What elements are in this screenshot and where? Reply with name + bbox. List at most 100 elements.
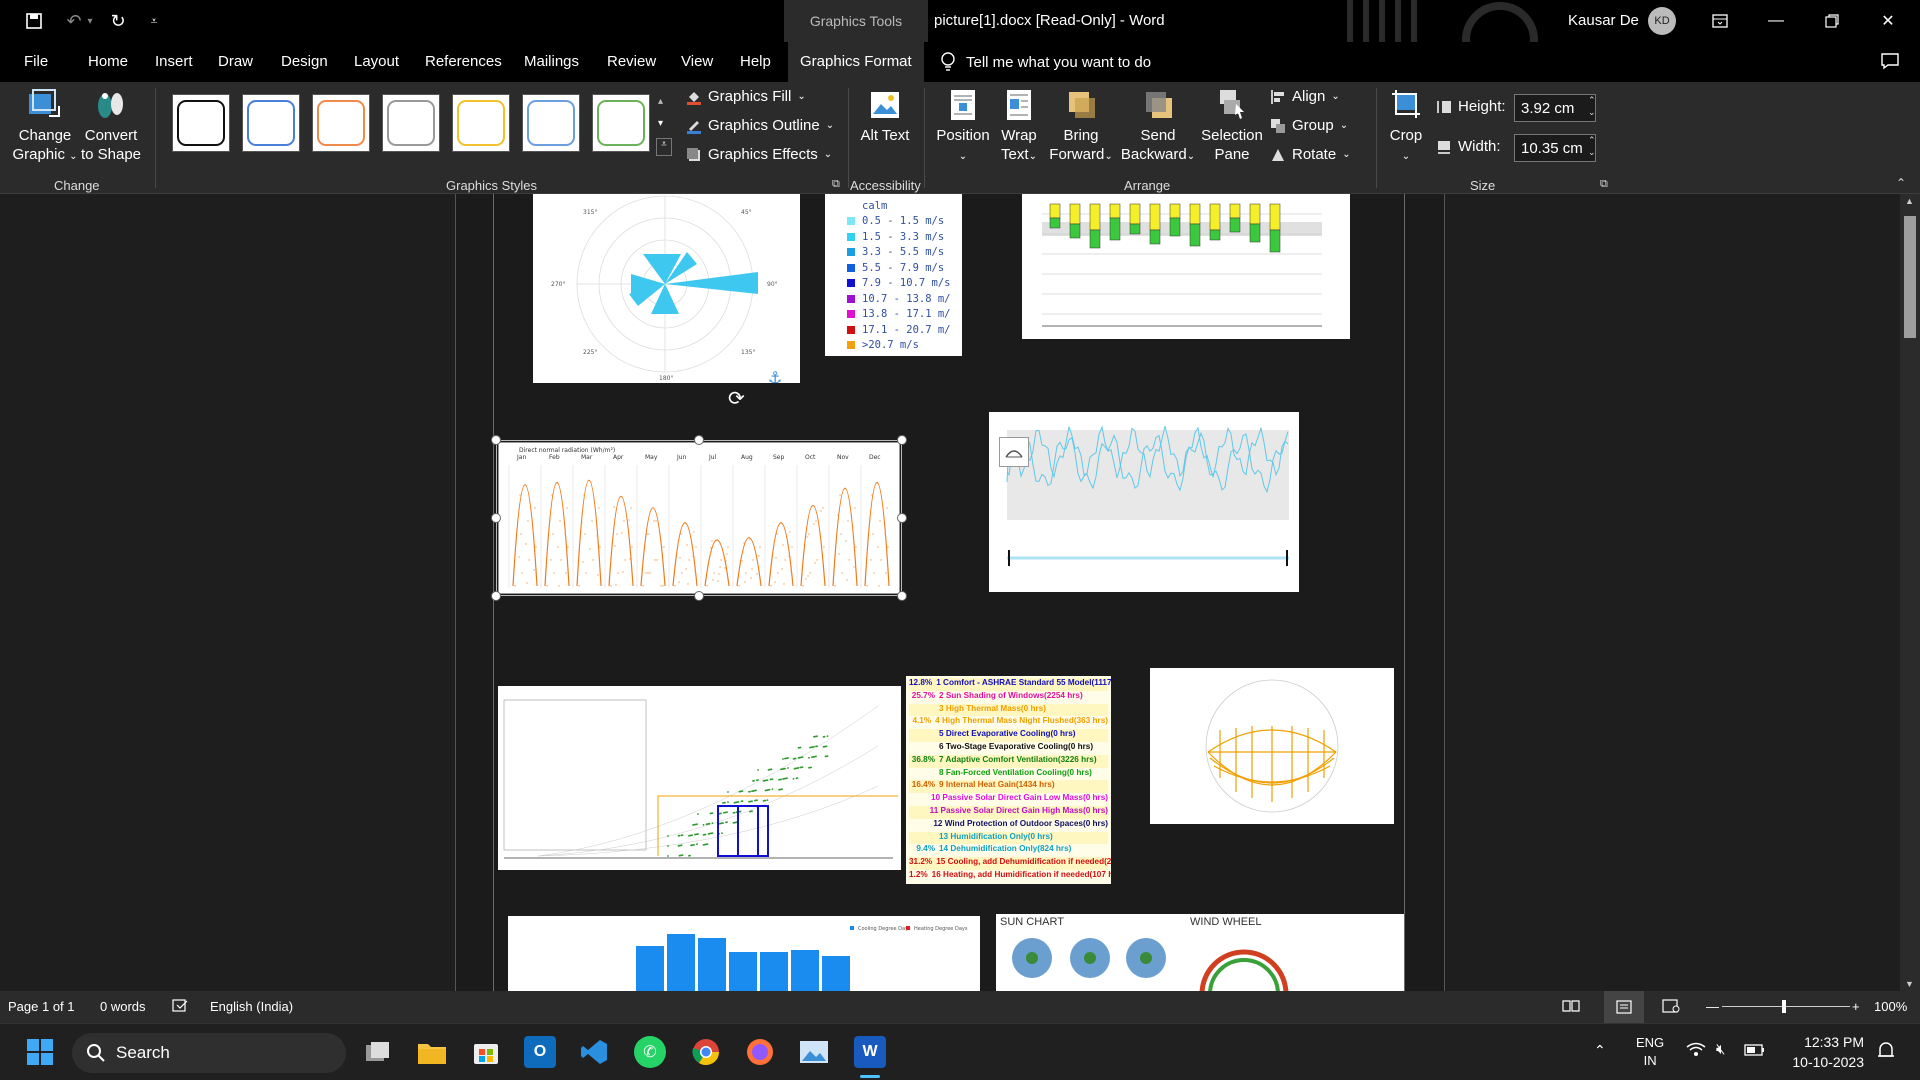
vertical-scrollbar[interactable]: ▲ ▼ (1900, 194, 1920, 991)
comments-icon[interactable] (1880, 52, 1900, 74)
resize-handle[interactable] (897, 513, 907, 523)
language-indicator[interactable]: English (India) (210, 999, 293, 1014)
task-view-icon[interactable] (362, 1036, 394, 1068)
tab-file[interactable]: File (24, 42, 48, 82)
wrap-text-button[interactable]: Wrap Text⌄ (994, 88, 1044, 166)
alt-text-button[interactable]: Alt Text (858, 88, 912, 145)
tell-me-search[interactable]: Tell me what you want to do (940, 42, 1151, 82)
anchor-icon[interactable]: ⚓ (768, 368, 782, 388)
zoom-slider[interactable] (1722, 1000, 1850, 1013)
chrome-icon[interactable] (690, 1036, 722, 1068)
tab-mailings[interactable]: Mailings (524, 42, 579, 82)
read-mode-icon[interactable] (1562, 999, 1580, 1016)
close-icon[interactable]: ✕ (1860, 0, 1916, 42)
temperature-range-chart[interactable] (1022, 194, 1350, 339)
height-spinner-icon[interactable]: ⌃ ⌄ (1588, 94, 1596, 118)
graphics-fill-button[interactable]: Graphics Fill ⌄ (686, 88, 806, 105)
vscode-icon[interactable] (578, 1036, 610, 1068)
styles-more-icon[interactable]: ⩡ (656, 138, 672, 156)
send-backward-button[interactable]: Send Backward⌄ (1116, 88, 1200, 166)
graphics-outline-button[interactable]: Graphics Outline ⌄ (686, 117, 834, 134)
group-button[interactable]: Group ⌄ (1270, 117, 1348, 134)
wind-rose-image[interactable]: 315° 45° 270° 90° 225° 135° 180° (533, 194, 800, 383)
show-hidden-icons[interactable]: ⌃ (1594, 1042, 1606, 1059)
graphics-style-4[interactable] (382, 94, 440, 152)
zoom-out-icon[interactable]: — (1706, 999, 1719, 1014)
resize-handle[interactable] (491, 513, 501, 523)
tab-references[interactable]: References (425, 42, 502, 82)
psychrometric-chart[interactable] (498, 686, 901, 870)
redo-icon[interactable]: ↻ (100, 0, 136, 42)
minimize-icon[interactable]: — (1748, 0, 1804, 42)
page-count[interactable]: Page 1 of 1 (8, 999, 75, 1014)
tab-draw[interactable]: Draw (218, 42, 253, 82)
tab-design[interactable]: Design (281, 42, 328, 82)
print-layout-icon[interactable] (1604, 991, 1644, 1023)
align-button[interactable]: Align ⌄ (1270, 88, 1340, 105)
tab-graphics-format[interactable]: Graphics Format (788, 42, 924, 82)
convert-to-shape-button[interactable]: Convert to Shape (80, 88, 142, 164)
graphics-style-3[interactable] (312, 94, 370, 152)
undo-dropdown-icon[interactable]: ▾ (80, 0, 100, 42)
rotate-handle-icon[interactable]: ⟳ (728, 386, 745, 411)
degree-days-chart[interactable]: Cooling Degree Days Heating Degree Days (508, 916, 980, 991)
tab-insert[interactable]: Insert (155, 42, 193, 82)
zoom-slider-thumb[interactable] (1782, 1000, 1786, 1013)
tab-review[interactable]: Review (607, 42, 656, 82)
tab-home[interactable]: Home (88, 42, 128, 82)
width-spinner-icon[interactable]: ⌃ ⌄ (1588, 134, 1596, 158)
graphics-effects-button[interactable]: Graphics Effects ⌄ (686, 146, 832, 163)
resize-handle[interactable] (491, 591, 501, 601)
save-icon[interactable] (16, 0, 52, 42)
user-name[interactable]: Kausar De (1568, 12, 1639, 29)
styles-scroll-up-icon[interactable]: ▴ (658, 96, 672, 114)
file-explorer-icon[interactable] (416, 1036, 448, 1068)
resize-handle[interactable] (897, 591, 907, 601)
restore-icon[interactable] (1804, 0, 1860, 42)
tab-layout[interactable]: Layout (354, 42, 399, 82)
sun-chart-wind-wheel-image[interactable]: SUN CHART WIND WHEEL (996, 914, 1404, 991)
clock[interactable]: 12:33 PM 10-10-2023 (1780, 1032, 1864, 1072)
scroll-up-icon[interactable]: ▲ (1905, 196, 1914, 206)
tab-help[interactable]: Help (740, 42, 771, 82)
photos-icon[interactable] (798, 1036, 830, 1068)
taskbar-search[interactable]: Search (72, 1033, 346, 1073)
graphics-style-7[interactable] (592, 94, 650, 152)
resize-handle[interactable] (897, 435, 907, 445)
whatsapp-icon[interactable]: ✆ (634, 1036, 666, 1068)
bring-forward-button[interactable]: Bring Forward⌄ (1046, 88, 1116, 166)
graphics-style-6[interactable] (522, 94, 580, 152)
graphics-style-1[interactable] (172, 94, 230, 152)
zoom-level[interactable]: 100% (1874, 999, 1907, 1014)
resize-handle[interactable] (694, 435, 704, 445)
battery-icon[interactable] (1744, 1043, 1766, 1061)
graphics-style-5[interactable] (452, 94, 510, 152)
resize-handle[interactable] (694, 591, 704, 601)
rotate-button[interactable]: Rotate ⌄ (1270, 146, 1351, 163)
avatar[interactable]: KD (1648, 7, 1676, 35)
web-layout-icon[interactable] (1662, 999, 1680, 1016)
wifi-icon[interactable] (1686, 1042, 1706, 1062)
proofing-icon[interactable] (172, 999, 188, 1016)
relative-humidity-chart[interactable] (989, 412, 1299, 592)
change-graphic-button[interactable]: Change Graphic ⌄ (8, 88, 82, 166)
microsoft-store-icon[interactable] (470, 1036, 502, 1068)
notifications-icon[interactable] (1876, 1040, 1896, 1066)
volume-muted-icon[interactable]: 🔇︎ (1716, 1041, 1725, 1058)
scroll-thumb[interactable] (1904, 216, 1916, 338)
word-icon[interactable]: W (854, 1036, 886, 1068)
graphics-style-2[interactable] (242, 94, 300, 152)
height-input[interactable] (1514, 94, 1596, 122)
styles-scroll-down-icon[interactable]: ▾ (658, 118, 672, 136)
scroll-down-icon[interactable]: ▼ (1905, 979, 1914, 989)
customize-qat-icon[interactable]: ⩡ (136, 0, 172, 42)
collapse-ribbon-icon[interactable]: ⌃ (1896, 176, 1906, 190)
layout-options-icon[interactable] (999, 437, 1029, 467)
size-launcher-icon[interactable]: ⧉ (1600, 178, 1608, 191)
resize-handle[interactable] (491, 435, 501, 445)
selection-pane-button[interactable]: Selection Pane (1196, 88, 1268, 164)
windows-start-icon[interactable] (24, 1036, 56, 1068)
ribbon-display-options-icon[interactable] (1692, 0, 1748, 42)
sun-path-diagram[interactable] (1150, 668, 1394, 824)
word-count[interactable]: 0 words (100, 999, 146, 1014)
